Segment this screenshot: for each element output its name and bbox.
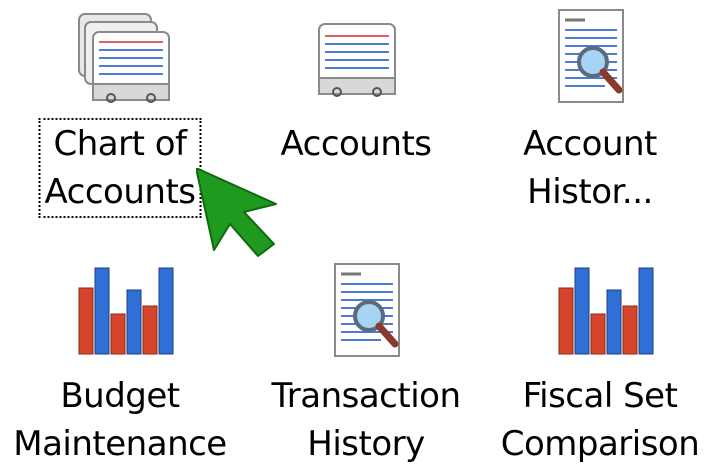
document-magnifier-icon — [535, 2, 645, 112]
tile-label: Chart of Accounts — [38, 118, 202, 218]
card-file-icon — [301, 8, 411, 118]
tile-label: Accounts — [280, 124, 433, 164]
tile-label: Transaction History — [271, 376, 461, 464]
tile-label: Budget Maintenance — [13, 376, 227, 464]
tile-label: Fiscal Set Comparison — [500, 376, 700, 464]
tile-label: Account Histor... — [523, 124, 657, 212]
card-stack-icon — [65, 8, 175, 118]
bar-chart-icon — [545, 262, 655, 372]
green-arrow-cursor-icon — [196, 168, 282, 258]
document-magnifier-icon — [311, 258, 421, 368]
bar-chart-icon — [65, 262, 175, 372]
